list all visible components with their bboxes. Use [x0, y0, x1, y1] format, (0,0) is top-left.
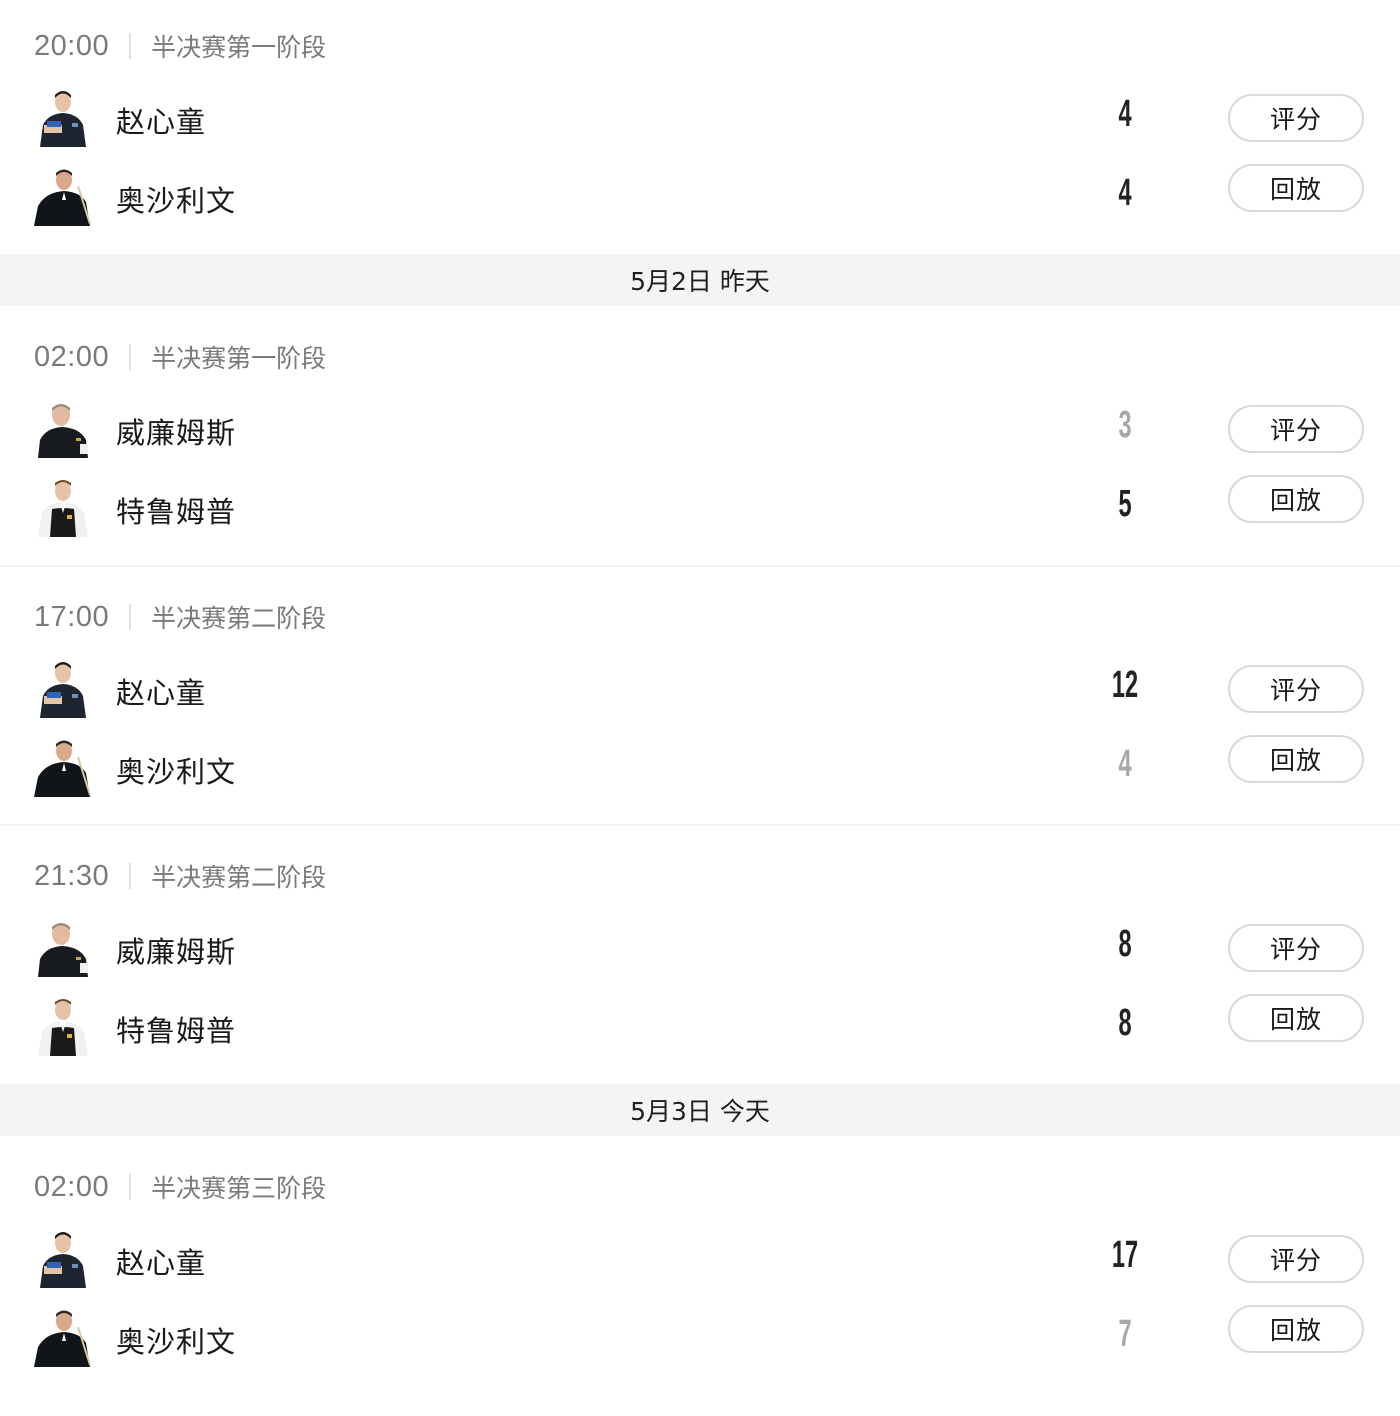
player-avatar-icon — [34, 398, 92, 458]
header-separator — [129, 863, 132, 889]
match-stage: 半决赛第一阶段 — [151, 344, 327, 373]
date-header-may-2: 5月2日 昨天 — [0, 254, 1400, 306]
player-name: 威廉姆斯 — [116, 935, 237, 969]
match-header: 02:00 半决赛第三阶段 — [34, 1170, 326, 1204]
player-avatar-icon — [34, 917, 92, 977]
player-row: 赵心童 17 — [0, 1228, 1400, 1290]
player-row: 奥沙利文 4 — [0, 737, 1400, 799]
replay-button[interactable]: 回放 — [1228, 164, 1364, 212]
player-score: 5 — [1118, 483, 1132, 525]
date-header-label: 5月2日 昨天 — [630, 267, 770, 296]
player-row: 奥沙利文 7 — [0, 1307, 1400, 1369]
player-avatar-icon — [34, 996, 92, 1056]
player-row: 特鲁姆普 8 — [0, 996, 1400, 1058]
player-row: 威廉姆斯 3 — [0, 398, 1400, 460]
player-row: 赵心童 12 — [0, 658, 1400, 720]
match-time: 02:00 — [34, 340, 110, 373]
player-name: 赵心童 — [116, 1246, 207, 1280]
match-time: 02:00 — [34, 1170, 110, 1203]
match-time: 21:30 — [34, 859, 110, 892]
rate-button[interactable]: 评分 — [1228, 94, 1364, 142]
rate-button[interactable]: 评分 — [1228, 665, 1364, 713]
rate-button[interactable]: 评分 — [1228, 924, 1364, 972]
player-name: 奥沙利文 — [116, 1325, 237, 1359]
header-separator — [129, 1174, 132, 1200]
player-score: 4 — [1118, 93, 1132, 135]
match-time: 20:00 — [34, 29, 110, 62]
rate-button[interactable]: 评分 — [1228, 1235, 1364, 1283]
player-score: 7 — [1118, 1313, 1132, 1355]
replay-button[interactable]: 回放 — [1228, 1305, 1364, 1353]
player-avatar-icon — [34, 1228, 92, 1288]
match-stage: 半决赛第一阶段 — [151, 33, 327, 62]
player-score: 8 — [1118, 923, 1132, 965]
match-header: 02:00 半决赛第一阶段 — [34, 340, 326, 374]
player-score: 12 — [1111, 664, 1139, 706]
player-avatar-icon — [34, 658, 92, 718]
replay-button[interactable]: 回放 — [1228, 994, 1364, 1042]
player-row: 奥沙利文 4 — [0, 166, 1400, 228]
match-stage: 半决赛第二阶段 — [151, 604, 327, 633]
date-header-may-3: 5月3日 今天 — [0, 1084, 1400, 1136]
match-header: 21:30 半决赛第二阶段 — [34, 859, 326, 893]
player-row: 特鲁姆普 5 — [0, 477, 1400, 539]
match-stage: 半决赛第二阶段 — [151, 863, 327, 892]
player-name: 赵心童 — [116, 105, 207, 139]
header-separator — [129, 33, 132, 59]
match-stage: 半决赛第三阶段 — [151, 1174, 327, 1203]
replay-button[interactable]: 回放 — [1228, 735, 1364, 783]
player-avatar-icon — [34, 166, 92, 226]
date-header-label: 5月3日 今天 — [630, 1097, 770, 1126]
match-header: 17:00 半决赛第二阶段 — [34, 600, 326, 634]
player-row: 赵心童 4 — [0, 87, 1400, 149]
player-score: 17 — [1111, 1234, 1139, 1276]
match-time: 17:00 — [34, 600, 110, 633]
player-name: 奥沙利文 — [116, 184, 237, 218]
player-avatar-icon — [34, 87, 92, 147]
rate-button[interactable]: 评分 — [1228, 405, 1364, 453]
match-divider — [0, 565, 1400, 567]
player-name: 特鲁姆普 — [116, 1014, 237, 1048]
player-row: 威廉姆斯 8 — [0, 917, 1400, 979]
player-name: 赵心童 — [116, 676, 207, 710]
match-divider — [0, 824, 1400, 826]
player-name: 威廉姆斯 — [116, 416, 237, 450]
player-score: 8 — [1118, 1002, 1132, 1044]
player-score: 3 — [1118, 404, 1132, 446]
player-name: 奥沙利文 — [116, 755, 237, 789]
player-score: 4 — [1118, 743, 1132, 785]
player-score: 4 — [1118, 172, 1132, 214]
header-separator — [129, 344, 132, 370]
player-avatar-icon — [34, 477, 92, 537]
replay-button[interactable]: 回放 — [1228, 475, 1364, 523]
player-avatar-icon — [34, 737, 92, 797]
player-avatar-icon — [34, 1307, 92, 1367]
player-name: 特鲁姆普 — [116, 495, 237, 529]
header-separator — [129, 604, 132, 630]
match-header: 20:00 半决赛第一阶段 — [34, 29, 326, 63]
